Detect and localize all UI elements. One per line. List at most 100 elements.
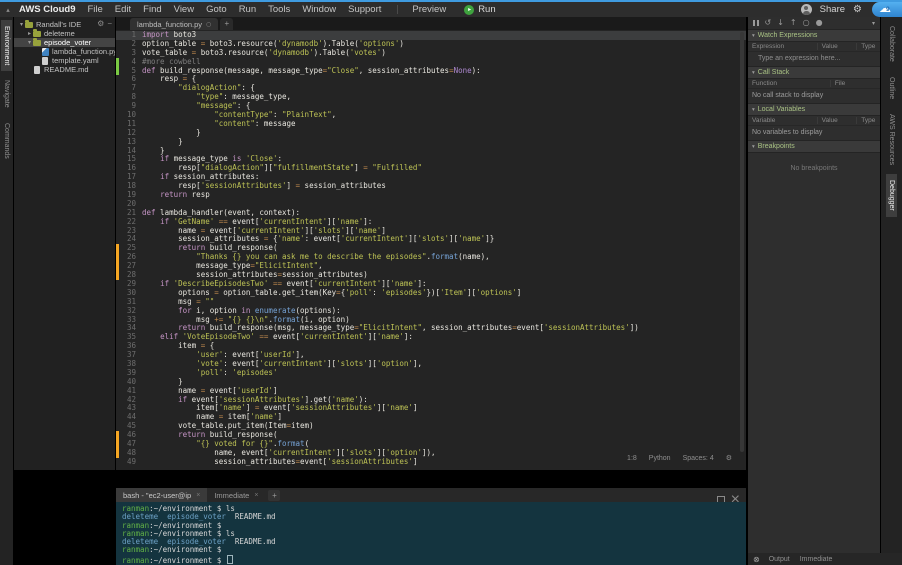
menu-items: FileEditFindViewGotoRunToolsWindowSuppor… xyxy=(81,4,387,15)
watch-expression-input[interactable]: Type an expression here... xyxy=(748,52,880,66)
chevron-down-icon: ▾ xyxy=(752,107,755,113)
tree-item-deleteme[interactable]: ▸ deleteme xyxy=(14,29,115,38)
editor-status-bar: 1:8 Python Spaces: 4 ⚙ xyxy=(627,454,732,462)
debugger-panel: ↺ ↓ ↑ ○ ● ▾ ▾Watch ExpressionsExpression… xyxy=(748,17,880,553)
console-tab-bar: bash - "ec2-user@ip× Immediate × + × xyxy=(116,488,746,502)
python-file-icon xyxy=(42,48,49,56)
close-icon[interactable]: × xyxy=(254,492,258,499)
tree-item-label: deleteme xyxy=(44,29,75,38)
tree-item-template-yaml[interactable]: template.yaml xyxy=(14,56,115,65)
editor-scrollbar[interactable] xyxy=(740,32,744,452)
right-tab-aws-resources[interactable]: AWS Resources xyxy=(886,108,897,171)
section-header-watch-expressions[interactable]: ▾Watch Expressions xyxy=(748,29,880,42)
output-bar-immediate[interactable]: Immediate xyxy=(800,556,833,563)
new-console-tab-button[interactable]: + xyxy=(268,490,280,501)
indent-setting[interactable]: Spaces: 4 xyxy=(683,455,714,462)
code-line: 5def build_response(message, message_typ… xyxy=(116,67,746,76)
menu-goto[interactable]: Goto xyxy=(200,4,233,15)
user-avatar[interactable] xyxy=(801,4,812,15)
menu-divider xyxy=(397,5,398,14)
step-out-icon[interactable]: ↑ xyxy=(790,19,797,27)
code-area[interactable]: 1import boto32option_table = boto3.resou… xyxy=(116,30,746,470)
chevron-down-icon: ▾ xyxy=(752,33,755,39)
menu-bar: ▴ AWS Cloud9 FileEditFindViewGotoRunTool… xyxy=(0,0,902,17)
tree-settings-gear-icon[interactable]: ⚙ xyxy=(97,19,104,28)
run-button[interactable]: ▸ Run xyxy=(464,4,495,15)
tree-item-lambda-function-py[interactable]: lambda_function.py xyxy=(14,47,115,56)
menu-find[interactable]: Find xyxy=(137,4,167,15)
file-icon xyxy=(34,66,40,74)
tree-item-readme-md[interactable]: README.md xyxy=(14,65,115,74)
debug-toggle-icon[interactable]: ○ xyxy=(803,19,810,27)
break-on-exception-icon[interactable]: ● xyxy=(816,19,823,27)
section-header-breakpoints[interactable]: ▾Breakpoints xyxy=(748,140,880,153)
column-type: Type xyxy=(856,117,880,124)
code-line: 3vote_table = boto3.resource('dynamodb')… xyxy=(116,49,746,58)
terminal-cursor xyxy=(227,555,233,564)
empty-message: No breakpoints xyxy=(748,153,880,184)
section-header-call-stack[interactable]: ▾Call Stack xyxy=(748,66,880,79)
menu-tools[interactable]: Tools xyxy=(262,4,296,15)
left-tab-navigate[interactable]: Navigate xyxy=(1,74,12,114)
restart-icon[interactable]: ↺ xyxy=(765,19,772,27)
menu-edit[interactable]: Edit xyxy=(109,4,137,15)
console-tab-bash-ec2-user-ip[interactable]: bash - "ec2-user@ip× xyxy=(116,488,207,502)
column-value: Value xyxy=(817,117,857,124)
output-bar-output[interactable]: Output xyxy=(769,556,790,563)
file-tree-tools: ⚙ − xyxy=(97,19,112,28)
menu-run[interactable]: Run xyxy=(233,4,262,15)
menu-file[interactable]: File xyxy=(81,4,108,15)
editor-tab-lambda-function[interactable]: lambda_function.py ○ xyxy=(130,18,218,30)
line-number: 49 xyxy=(119,458,142,467)
panel-menu-icon[interactable]: ▾ xyxy=(872,20,875,27)
cursor-position[interactable]: 1:8 xyxy=(627,455,637,462)
column-headers: ExpressionValueType xyxy=(748,42,880,52)
output-bar: ⊗ Output Immediate xyxy=(748,553,902,565)
section-header-local-variables[interactable]: ▾Local Variables xyxy=(748,103,880,116)
menu-window[interactable]: Window xyxy=(296,4,342,15)
console-pane: bash - "ec2-user@ip× Immediate × + × ranma… xyxy=(116,488,746,565)
run-play-icon: ▸ xyxy=(464,5,474,15)
menu-support[interactable]: Support xyxy=(342,4,387,15)
right-tab-debugger[interactable]: Debugger xyxy=(886,174,897,217)
right-tab-collaborate[interactable]: Collaborate xyxy=(886,20,897,68)
close-circle-icon[interactable]: ⊗ xyxy=(753,555,760,564)
status-gear-icon[interactable]: ⚙ xyxy=(726,454,732,462)
terminal-line: ranman:~/environment $ xyxy=(122,546,746,554)
tree-collapse-icon[interactable]: − xyxy=(107,19,112,28)
console-tab-immediate[interactable]: Immediate × xyxy=(207,488,265,502)
section-title: Breakpoints xyxy=(758,143,795,150)
tree-item-episode-voter[interactable]: ▾episode_voter xyxy=(14,38,115,47)
pause-icon[interactable] xyxy=(753,20,759,26)
folder-icon xyxy=(25,22,33,28)
collapse-menubar-icon[interactable]: ▴ xyxy=(3,6,13,14)
column-headers: FunctionFile xyxy=(748,79,880,89)
code-line: 12 } xyxy=(116,129,746,138)
code-line: 19 return resp xyxy=(116,191,746,200)
empty-message: No variables to display xyxy=(748,126,880,140)
language-mode[interactable]: Python xyxy=(649,455,671,462)
menu-view[interactable]: View xyxy=(168,4,200,15)
close-icon[interactable]: × xyxy=(196,492,200,499)
tree-item-label: lambda_function.py xyxy=(52,47,115,56)
left-panel-rail: Environment Navigate Commands xyxy=(0,17,13,565)
new-tab-button[interactable]: + xyxy=(220,18,233,30)
right-tab-outline[interactable]: Outline xyxy=(886,71,897,105)
editor-tab-label: lambda_function.py xyxy=(137,20,202,29)
left-tab-commands[interactable]: Commands xyxy=(1,117,12,165)
chevron-down-icon[interactable]: ▾ xyxy=(26,39,33,46)
left-tab-environment[interactable]: Environment xyxy=(1,20,12,71)
share-button[interactable]: Share xyxy=(820,4,845,15)
preferences-gear-icon[interactable]: ⚙ xyxy=(853,4,862,15)
preview-button[interactable]: Preview xyxy=(406,4,452,15)
column-value: Value xyxy=(817,43,857,50)
terminal[interactable]: ranman:~/environment $ lsdeleteme episod… xyxy=(116,502,746,565)
code-line: 39 'poll': 'episodes' xyxy=(116,369,746,378)
step-into-icon[interactable]: ↓ xyxy=(777,19,784,27)
tab-modified-icon[interactable]: ○ xyxy=(206,21,211,28)
chevron-down-icon[interactable]: ▾ xyxy=(18,21,25,28)
column-file: File xyxy=(830,80,880,87)
chevron-right-icon[interactable]: ▸ xyxy=(26,30,33,37)
editor-pane: lambda_function.py ○ + 1import boto32opt… xyxy=(116,17,746,470)
console-tab-label: Immediate xyxy=(214,491,249,500)
